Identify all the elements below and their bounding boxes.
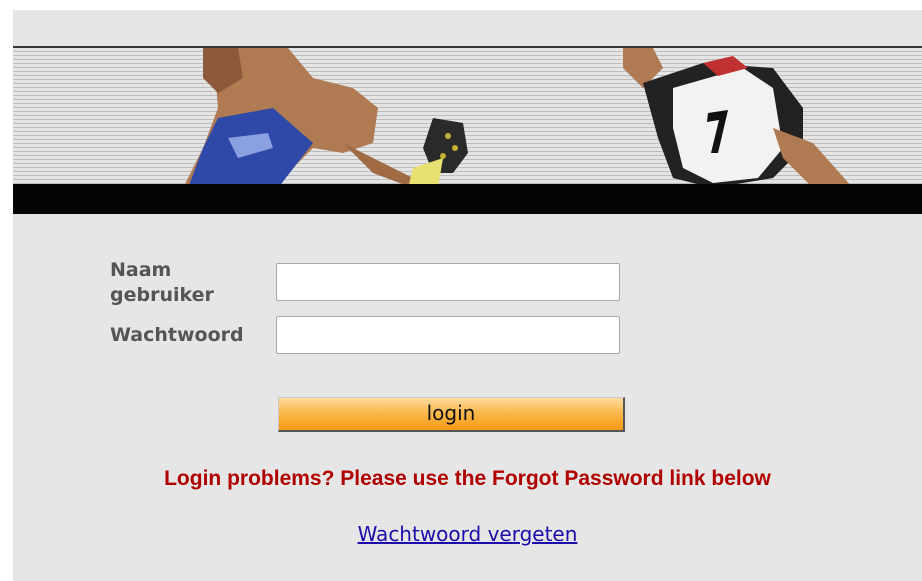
username-label: Naam gebruiker <box>110 259 214 306</box>
forgot-password-container: Wachtwoord vergeten <box>13 522 922 546</box>
password-input[interactable] <box>276 316 620 354</box>
forgot-password-link[interactable]: Wachtwoord vergeten <box>358 522 578 546</box>
header-banner <box>13 46 922 198</box>
username-input[interactable] <box>276 263 620 301</box>
login-help-message: Login problems? Please use the Forgot Pa… <box>164 467 771 490</box>
athletes-photo <box>183 48 853 188</box>
login-page: Naam gebruiker Wachtwoord login Login pr… <box>13 10 922 581</box>
password-label: Wachtwoord <box>110 324 244 346</box>
long-jumper-figure <box>183 48 468 188</box>
login-button[interactable]: login <box>278 397 625 432</box>
banner-black-bar <box>13 184 922 214</box>
runner-figure <box>623 48 853 188</box>
